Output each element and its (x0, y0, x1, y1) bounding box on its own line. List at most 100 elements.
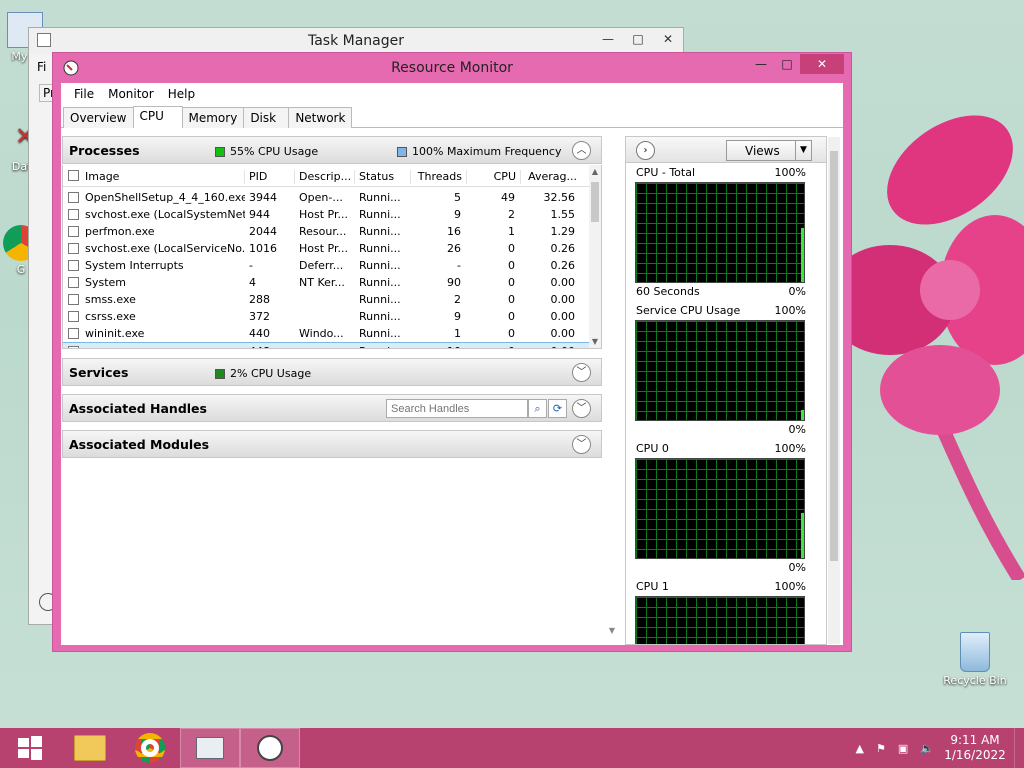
column-average[interactable]: Averag... (525, 170, 581, 184)
modules-header[interactable]: Associated Modules ﹀ (62, 430, 602, 458)
cpu-graph (635, 320, 805, 421)
chevron-down-icon[interactable]: ﹀ (572, 399, 591, 418)
column-image[interactable]: Image (85, 170, 245, 184)
table-row[interactable]: csrss.exe 372 Runni... 9 0 0.00 (63, 308, 591, 325)
taskbar-resource-monitor[interactable] (240, 728, 300, 768)
row-checkbox[interactable] (68, 294, 79, 305)
cell-pid: 288 (249, 293, 270, 306)
volume-icon[interactable]: 🔈 (920, 742, 934, 755)
cell-cpu: 49 (501, 191, 515, 204)
tab-network[interactable]: Network (288, 107, 353, 128)
graph-scroll-thumb[interactable] (830, 151, 838, 561)
table-row[interactable]: wininit.exe 440 Windo... Runni... 1 0 0.00 (63, 325, 591, 342)
menu-file[interactable]: File (67, 87, 101, 101)
action-center-flag-icon[interactable]: ⚑ (876, 742, 886, 755)
tab-overview[interactable]: Overview (63, 107, 134, 128)
processes-scrollbar[interactable]: ▲ ▼ (589, 165, 601, 348)
tab-disk[interactable]: Disk (243, 107, 290, 128)
chevron-down-icon[interactable]: ﹀ (572, 363, 591, 382)
chevron-down-icon[interactable]: ﹀ (572, 435, 591, 454)
row-checkbox[interactable] (68, 243, 79, 254)
task-manager-titlebar[interactable]: Task Manager — □ ✕ (29, 28, 683, 54)
services-header[interactable]: Services 2% CPU Usage ﹀ (62, 358, 602, 386)
column-cpu[interactable]: CPU (471, 170, 521, 184)
cell-cpu: 1 (508, 225, 515, 238)
cpu-usage-meter: 55% CPU Usage (215, 145, 318, 158)
row-checkbox[interactable] (68, 328, 79, 339)
minimize-button[interactable]: — (748, 54, 774, 74)
left-pane-scroll-down-icon[interactable]: ▼ (609, 626, 615, 635)
column-description[interactable]: Descrip... (299, 170, 355, 184)
refresh-icon[interactable]: ⟳ (548, 399, 567, 418)
close-button[interactable]: ✕ (653, 28, 683, 50)
clock[interactable]: 9:11 AM 1/16/2022 (940, 733, 1010, 763)
cell-desc: Open-... (299, 191, 343, 204)
search-handles-input[interactable] (386, 399, 528, 418)
graph-label: CPU - Total (636, 166, 696, 179)
table-row[interactable]: OpenShellSetup_4_4_160.exe 3944 Open-... Ru… (63, 189, 591, 206)
table-row[interactable]: smss.exe 288 Runni... 2 0 0.00 (63, 291, 591, 308)
cell-desc: Deferr... (299, 259, 344, 272)
graph-footer-label: 60 Seconds (636, 285, 700, 298)
client-area: File Monitor Help Overview CPU Memory Di… (61, 83, 843, 645)
chevron-right-icon[interactable]: › (636, 141, 655, 160)
handles-header[interactable]: Associated Handles ⌕ ⟳ ﹀ (62, 394, 602, 422)
scroll-down-icon[interactable]: ▼ (589, 337, 601, 346)
resource-monitor-window[interactable]: Resource Monitor — □ ✕ File Monitor Help… (52, 52, 852, 652)
table-row[interactable]: csrss.exe 448 Runni... 10 0 0.00 (63, 342, 591, 348)
row-checkbox[interactable] (68, 277, 79, 288)
row-checkbox[interactable] (68, 226, 79, 237)
taskbar-task-manager[interactable] (180, 728, 240, 768)
column-threads[interactable]: Threads (415, 170, 467, 184)
table-row[interactable]: svchost.exe (LocalServiceNo... 1016 Host P… (63, 240, 591, 257)
graph-min-label: 0% (788, 561, 806, 574)
column-status[interactable]: Status (359, 170, 411, 184)
network-icon[interactable]: ▣ (898, 742, 908, 755)
cell-pid: 4 (249, 276, 256, 289)
tab-memory[interactable]: Memory (181, 107, 245, 128)
row-checkbox[interactable] (68, 346, 79, 348)
row-checkbox[interactable] (68, 260, 79, 271)
resource-monitor-titlebar[interactable]: Resource Monitor — □ ✕ (53, 53, 851, 83)
task-manager-menu-file[interactable]: Fi (37, 60, 46, 74)
taskbar-file-explorer[interactable] (60, 728, 120, 768)
close-button[interactable]: ✕ (800, 54, 844, 74)
tab-cpu[interactable]: CPU (132, 106, 183, 128)
row-checkbox[interactable] (68, 311, 79, 322)
taskbar-chrome[interactable] (120, 728, 180, 768)
start-button[interactable] (0, 728, 60, 768)
show-desktop-button[interactable] (1014, 728, 1024, 768)
blue-square-icon (397, 146, 407, 157)
menu-help[interactable]: Help (161, 87, 202, 101)
table-row[interactable]: svchost.exe (LocalSystemNet... 944 Host Pr… (63, 206, 591, 223)
scroll-up-icon[interactable]: ▲ (589, 167, 601, 176)
services-cpu-text: 2% CPU Usage (230, 367, 312, 380)
maximize-button[interactable]: □ (774, 54, 800, 74)
cell-status: Runni... (359, 276, 401, 289)
tray-chevron-icon[interactable]: ▲ (856, 742, 864, 755)
row-checkbox[interactable] (68, 192, 79, 203)
search-icon[interactable]: ⌕ (528, 399, 547, 418)
row-checkbox[interactable] (68, 209, 79, 220)
menu-monitor[interactable]: Monitor (101, 87, 161, 101)
table-row[interactable]: System 4 NT Ker... Runni... 90 0 0.00 (63, 274, 591, 291)
processes-header[interactable]: Processes 55% CPU Usage 100% Maximum Fre… (62, 136, 602, 164)
cell-cpu: 0 (508, 242, 515, 255)
graph-scrollbar[interactable] (828, 137, 840, 644)
handles-title: Associated Handles (69, 401, 207, 416)
chevron-up-icon[interactable]: ︿ (572, 141, 591, 160)
views-dropdown[interactable]: Views ▼ (726, 140, 812, 161)
scroll-thumb[interactable] (591, 182, 599, 222)
desktop-icon-recycle-bin[interactable]: Recycle Bin (940, 632, 1010, 687)
cell-image: System Interrupts (85, 259, 184, 272)
table-row[interactable]: System Interrupts - Deferr... Runni... - 0 0.2… (63, 257, 591, 274)
modules-title: Associated Modules (69, 437, 210, 452)
maximize-button[interactable]: □ (623, 28, 653, 50)
recycle-bin-icon (960, 632, 990, 672)
column-pid[interactable]: PID (249, 170, 295, 184)
left-pane: Processes 55% CPU Usage 100% Maximum Fre… (61, 136, 615, 645)
cell-threads: 10 (415, 345, 467, 348)
select-all-checkbox[interactable] (68, 170, 79, 181)
minimize-button[interactable]: — (593, 28, 623, 50)
table-row[interactable]: perfmon.exe 2044 Resour... Runni... 16 1 1.29 (63, 223, 591, 240)
